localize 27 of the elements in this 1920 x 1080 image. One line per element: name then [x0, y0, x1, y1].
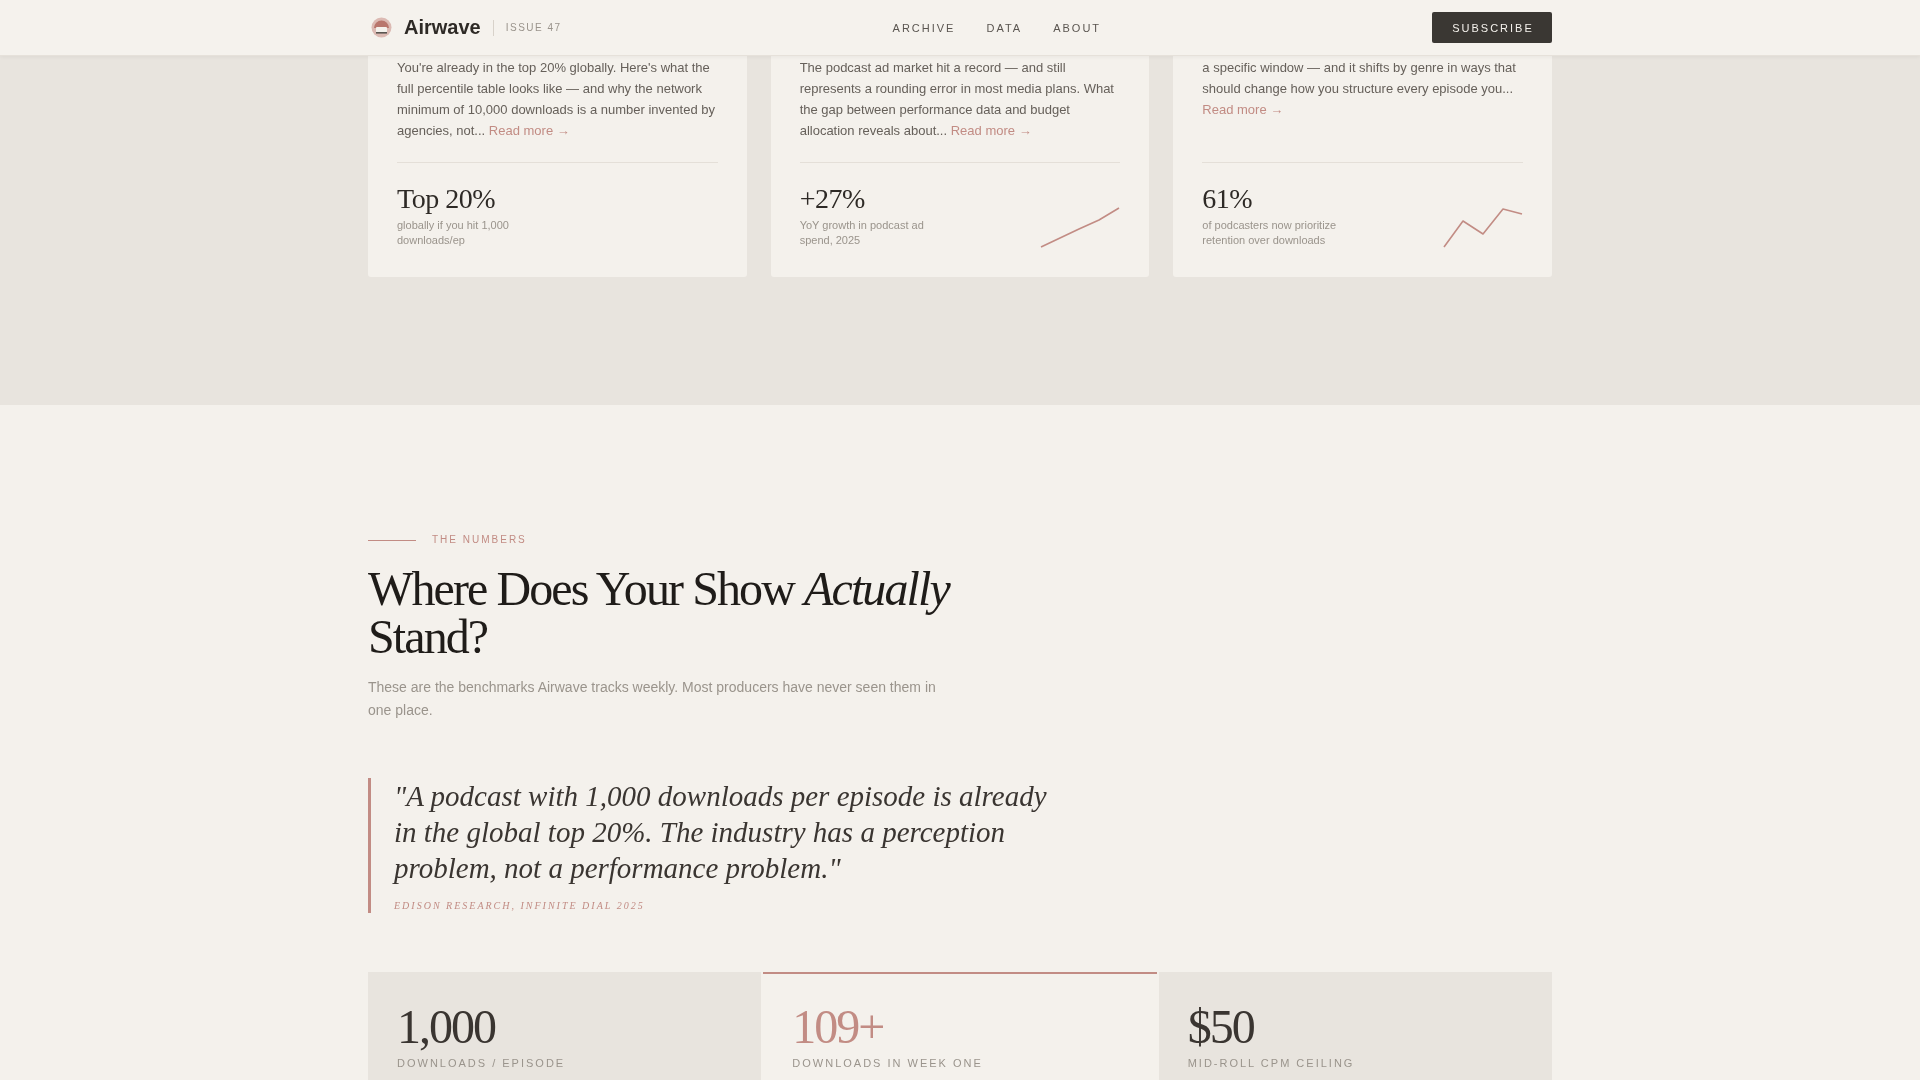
brand-name[interactable]: Airwave [404, 16, 481, 39]
logo-icon[interactable] [371, 17, 392, 38]
quote-text: "A podcast with 1,000 downloads per episode is already in the global top 20%. The industry has a perception problem, not a performance problem." [394, 779, 1048, 886]
stat-value: Top 20% [397, 183, 496, 215]
stat-label: DOWNLOADS / EPISODE [397, 1056, 567, 1070]
nav-link[interactable]: ARCHIVE [892, 21, 956, 34]
article-excerpt: You're already in the top 20% globally. Here's what the full percentile table looks like — and why the network minimum of 10,000 downloads is a number invented by agencies, not... Read more → [397, 59, 716, 140]
nav-link[interactable]: DATA [986, 21, 1023, 34]
stat-label: DOWNLOADS IN WEEK ONE [792, 1056, 984, 1070]
article-excerpt: The podcast ad market hit a record — and still represents a rounding error in most media plans. What the gap between performance data and budget allocation reveals about... Read more → [799, 59, 1115, 140]
stat-caption: globally if you hit 1,000 downloads/ep [397, 218, 510, 248]
stat-label: MID-ROLL CPM CEILING [1187, 1056, 1356, 1070]
stat-number: $50 [1187, 1003, 1255, 1051]
section-heading: Where Does Your Show Actually Stand? [368, 565, 951, 661]
stat-number: 109+ [792, 1003, 885, 1051]
stat-value: 61% [1202, 183, 1254, 215]
quote-citation: EDISON RESEARCH, INFINITE DIAL 2025 [394, 899, 646, 913]
issue-label: ISSUE 47 [505, 22, 562, 33]
section-eyebrow: THE NUMBERS [432, 533, 527, 547]
article-excerpt: a specific window — and it shifts by genre in ways that should change how you structure every episode you... Read more → [1202, 59, 1517, 119]
stat-number: 1,000 [397, 1003, 496, 1051]
stat-caption: YoY growth in podcast ad spend, 2025 [799, 218, 925, 248]
stat-value: +27% [799, 183, 866, 215]
stat-caption: of podcasters now prioritize retention over downloads [1202, 218, 1338, 248]
nav-link[interactable]: ABOUT [1053, 21, 1102, 34]
section-intro: These are the benchmarks Airwave tracks weekly. Most producers have never seen them in one place. [368, 678, 937, 720]
subscribe-button[interactable]: SUBSCRIBE [1432, 12, 1552, 43]
